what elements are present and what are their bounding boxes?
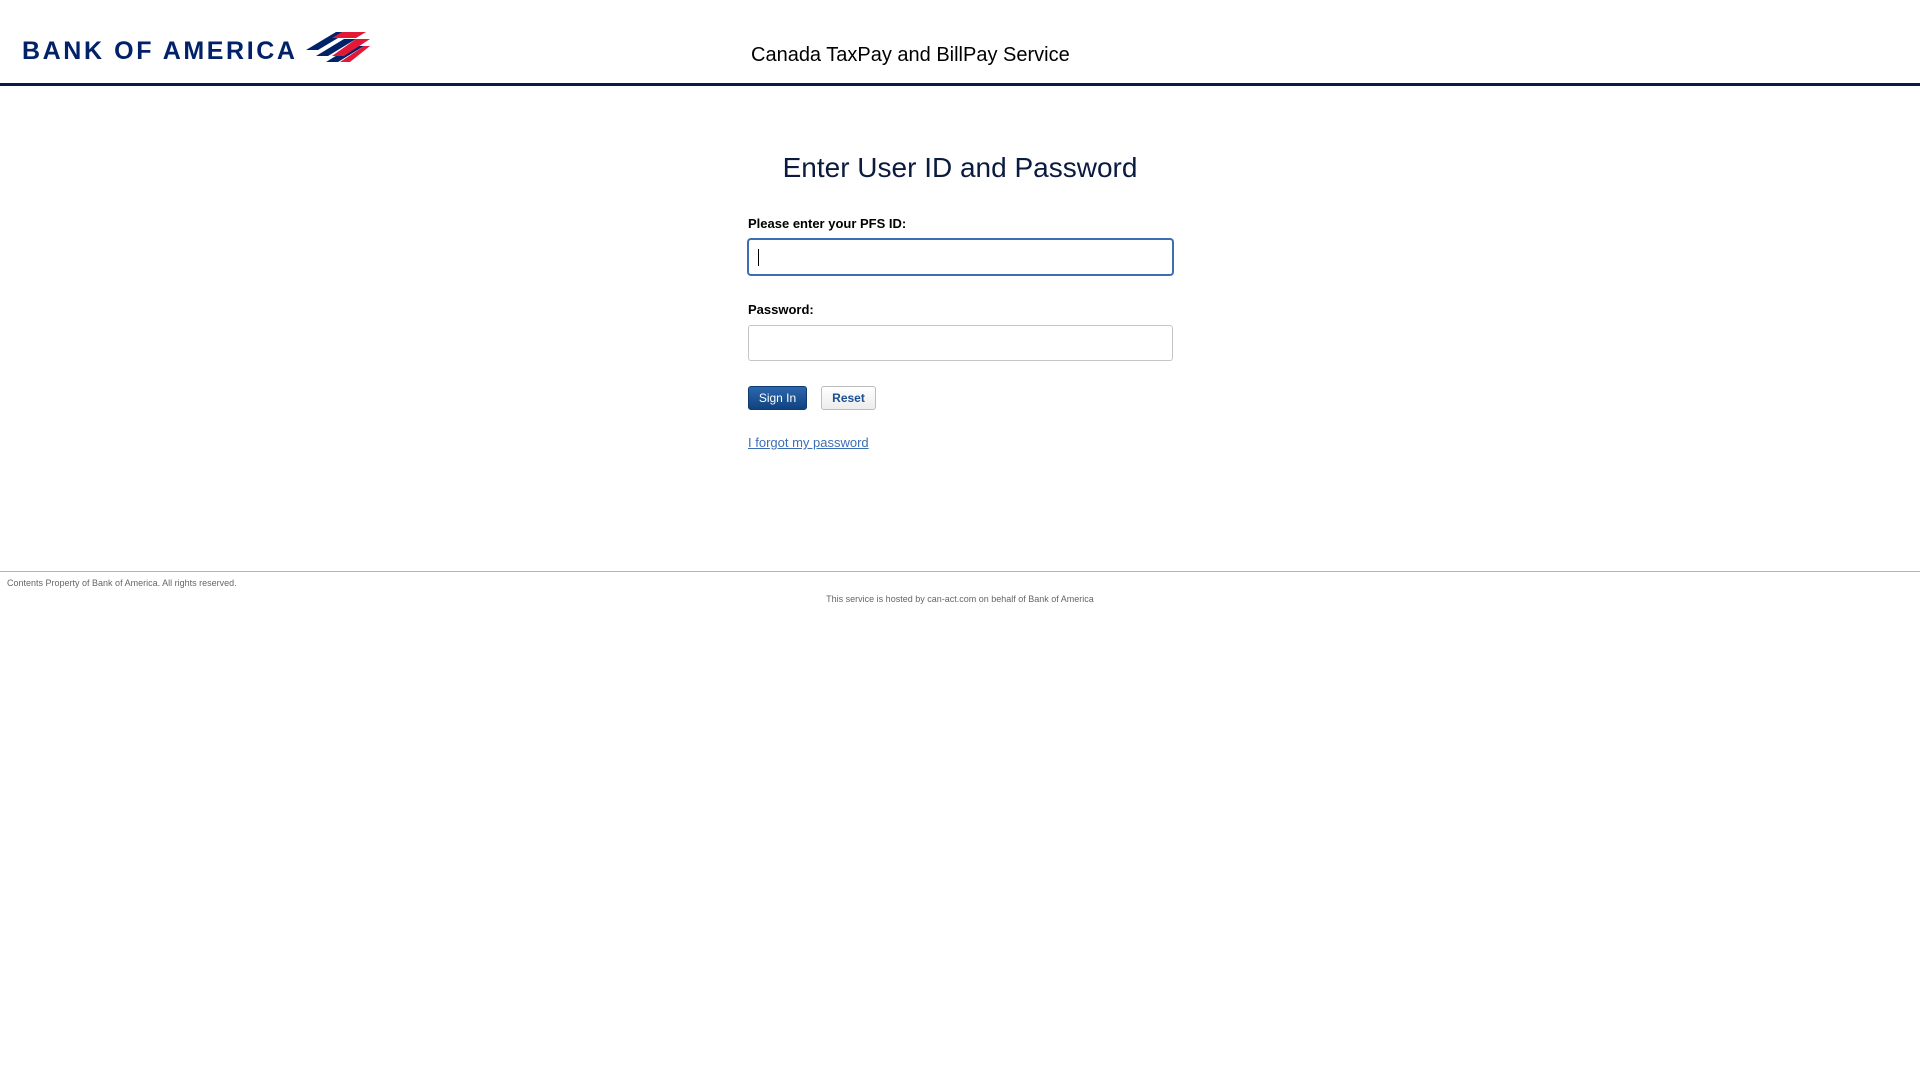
flag-logo-icon: [305, 32, 370, 62]
sign-in-button[interactable]: Sign In: [748, 386, 807, 410]
pfs-id-label: Please enter your PFS ID:: [748, 216, 907, 231]
hosted-note: This service is hosted by can-act.com on…: [826, 594, 1094, 604]
password-input[interactable]: [748, 325, 1173, 361]
reset-button[interactable]: Reset: [821, 386, 876, 410]
login-form: Please enter your PFS ID: Password: Sign…: [748, 216, 1173, 452]
form-buttons: Sign In Reset: [748, 386, 1173, 410]
password-label: Password:: [748, 302, 814, 317]
page-header: BANK OF AMERICA Canada TaxPay and BillPa…: [0, 0, 1920, 86]
footer-divider: [0, 571, 1920, 572]
service-title: Canada TaxPay and BillPay Service: [751, 44, 1070, 66]
text-caret: [758, 249, 759, 266]
pfs-id-input[interactable]: [748, 239, 1173, 275]
logo-wordmark: BANK OF AMERICA: [22, 36, 298, 65]
copyright-text: Contents Property of Bank of America. Al…: [7, 578, 237, 588]
bank-of-america-logo[interactable]: BANK OF AMERICA: [22, 30, 370, 66]
forgot-password-link[interactable]: I forgot my password: [748, 435, 869, 450]
page-title: Enter User ID and Password: [782, 152, 1138, 183]
